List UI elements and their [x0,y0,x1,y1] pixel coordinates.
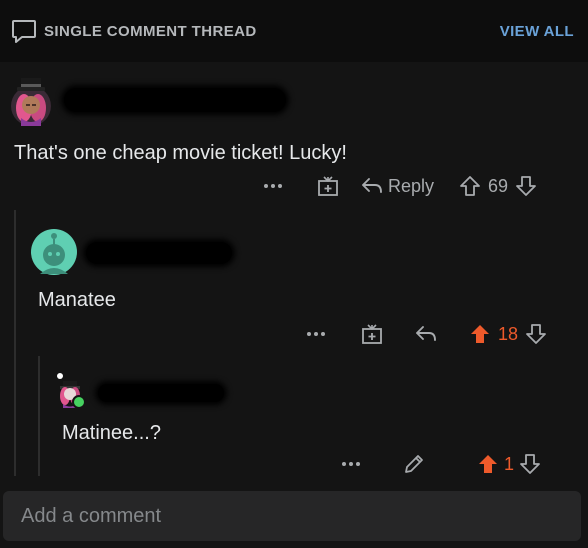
more-dots-icon[interactable] [340,461,362,467]
avatar[interactable] [30,228,78,276]
upvote-arrow-icon[interactable] [458,174,482,198]
add-comment-input[interactable] [3,491,581,541]
thread-title: SINGLE COMMENT THREAD [44,22,257,40]
avatar[interactable] [8,72,54,130]
award-gift-icon[interactable] [316,174,340,198]
more-dots-icon[interactable] [262,183,284,189]
thread-header: SINGLE COMMENT THREAD VIEW ALL [0,0,588,62]
username-redacted [64,88,286,112]
header-left: SINGLE COMMENT THREAD [10,17,257,45]
reply-label: Reply [388,175,435,196]
downvote-arrow-icon[interactable] [518,452,542,476]
pencil-edit-icon[interactable] [402,452,426,476]
thread-line-level-2[interactable] [38,356,40,476]
username-redacted [86,242,232,264]
downvote-arrow-icon[interactable] [524,322,548,346]
more-dots-icon[interactable] [305,331,327,337]
comment-composer [0,489,588,548]
username-redacted [98,384,224,402]
vote-count: 1 [504,453,515,474]
comment-actions: 1 [340,450,542,478]
downvote-arrow-icon[interactable] [514,174,538,198]
vote-count: 18 [498,323,519,344]
chat-bubble-icon [10,17,38,45]
upvote-arrow-icon[interactable] [476,452,500,476]
reply-arrow-icon[interactable] [414,323,438,345]
view-all-link[interactable]: VIEW ALL [500,23,574,40]
comment-body: Matinee...? [62,422,161,444]
comment-actions: 18 [305,320,548,348]
award-gift-icon[interactable] [360,322,384,346]
comment-thread-page: SINGLE COMMENT THREAD VIEW ALL That's on… [0,0,588,548]
comment-body: Manatee [38,289,116,311]
comment-actions: Reply 69 [262,172,538,200]
upvote-arrow-icon[interactable] [468,322,492,346]
thread-line-level-1[interactable] [14,210,16,476]
reply-arrow-icon [362,178,382,193]
avatar[interactable] [54,372,88,410]
reply-button[interactable]: Reply [360,175,434,197]
comment-body: That's one cheap movie ticket! Lucky! [14,142,347,164]
vote-count: 69 [488,175,509,196]
